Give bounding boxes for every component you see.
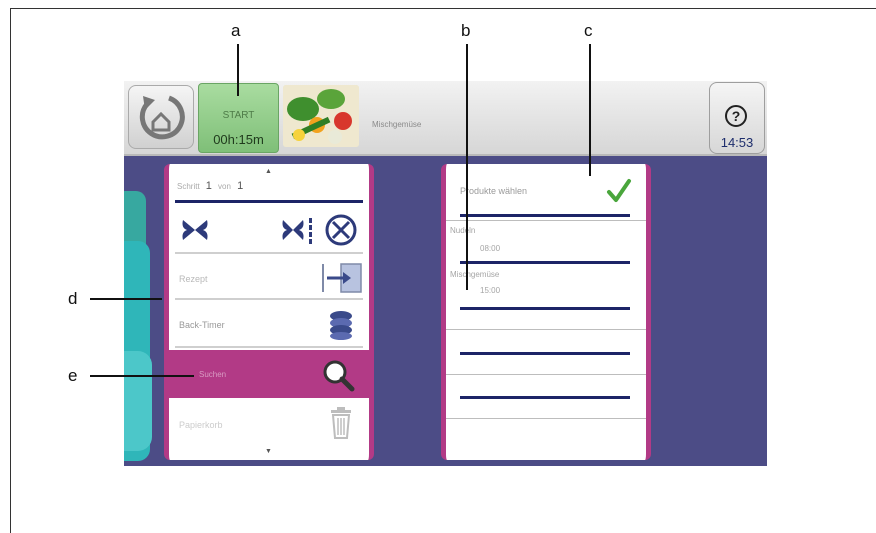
step-indicator: Schritt 1 von 1 bbox=[177, 180, 243, 192]
step-divider bbox=[175, 200, 363, 203]
step-total: 1 bbox=[237, 180, 244, 192]
row-divider bbox=[175, 298, 363, 300]
clock: 14:53 bbox=[720, 135, 754, 150]
list-divider bbox=[460, 214, 630, 217]
back-timer-label: Back-Timer bbox=[179, 320, 225, 330]
list-separator bbox=[446, 418, 646, 419]
vegetables-image bbox=[283, 85, 359, 147]
list-separator bbox=[446, 220, 646, 221]
product-time: 08:00 bbox=[480, 244, 501, 253]
home-button[interactable] bbox=[128, 85, 194, 149]
transfer-icon bbox=[322, 263, 362, 293]
callout-e: e bbox=[68, 366, 78, 385]
list-divider bbox=[460, 261, 630, 264]
home-rotate-icon bbox=[139, 95, 185, 140]
checkmark-icon[interactable] bbox=[606, 178, 632, 204]
start-label: START bbox=[222, 110, 255, 121]
recipe-row[interactable]: Rezept bbox=[169, 256, 369, 300]
list-separator bbox=[446, 374, 646, 375]
step-label: Schritt bbox=[177, 182, 200, 191]
product-name[interactable]: Nudeln bbox=[450, 226, 475, 235]
row-divider bbox=[175, 252, 363, 254]
callout-b: b bbox=[461, 21, 471, 40]
callout-d: d bbox=[68, 289, 78, 308]
list-divider bbox=[460, 352, 630, 355]
scroll-down-icon[interactable]: ▼ bbox=[265, 448, 272, 455]
program-thumbnail[interactable] bbox=[283, 85, 359, 147]
circulation-icon bbox=[325, 214, 357, 246]
fan-speed-icon bbox=[282, 218, 312, 244]
top-bar: START 00h:15m Mischgemüse ? 14:53 bbox=[124, 81, 767, 156]
list-divider bbox=[460, 307, 630, 310]
trash-label: Papierkorb bbox=[179, 420, 223, 430]
leader-line-c bbox=[589, 44, 591, 176]
leader-line-b bbox=[466, 44, 468, 290]
step-panel: ▲ Schritt 1 von 1 Rezept Back-Timer Such… bbox=[164, 164, 374, 460]
search-row[interactable]: Suchen bbox=[169, 350, 369, 398]
search-label: Suchen bbox=[199, 370, 227, 379]
fan-icon bbox=[182, 220, 208, 240]
product-panel-header: Produkte wählen bbox=[460, 186, 528, 196]
leader-line-d bbox=[90, 298, 162, 300]
product-panel: Produkte wählen Nudeln 08:00 Mischgemüse… bbox=[441, 164, 651, 460]
list-divider bbox=[460, 396, 630, 399]
callout-c: c bbox=[584, 21, 593, 40]
leader-line-a bbox=[237, 44, 239, 96]
back-timer-row[interactable]: Back-Timer bbox=[169, 302, 369, 348]
list-separator bbox=[446, 329, 646, 330]
help-button[interactable]: ? 14:53 bbox=[709, 82, 765, 154]
callout-a: a bbox=[231, 21, 241, 40]
product-name[interactable]: Mischgemüse bbox=[450, 270, 499, 279]
device-screen: START 00h:15m Mischgemüse ? 14:53 ▲ Schr… bbox=[124, 81, 767, 466]
search-icon bbox=[323, 360, 355, 392]
scroll-up-icon[interactable]: ▲ bbox=[265, 168, 272, 175]
program-name: Mischgemüse bbox=[372, 120, 422, 129]
side-tab[interactable] bbox=[124, 351, 152, 451]
start-time: 00h:15m bbox=[213, 132, 264, 147]
step-current: 1 bbox=[205, 180, 212, 192]
help-icon: ? bbox=[725, 105, 747, 127]
trash-icon bbox=[331, 407, 351, 439]
product-time: 15:00 bbox=[480, 286, 501, 295]
leader-line-e bbox=[90, 375, 194, 377]
row-divider bbox=[175, 346, 363, 348]
step-of: von bbox=[218, 182, 231, 191]
stack-icon bbox=[330, 311, 352, 340]
recipe-label: Rezept bbox=[179, 274, 208, 284]
trash-row[interactable]: Papierkorb bbox=[169, 402, 369, 446]
fan-row[interactable] bbox=[169, 208, 369, 254]
